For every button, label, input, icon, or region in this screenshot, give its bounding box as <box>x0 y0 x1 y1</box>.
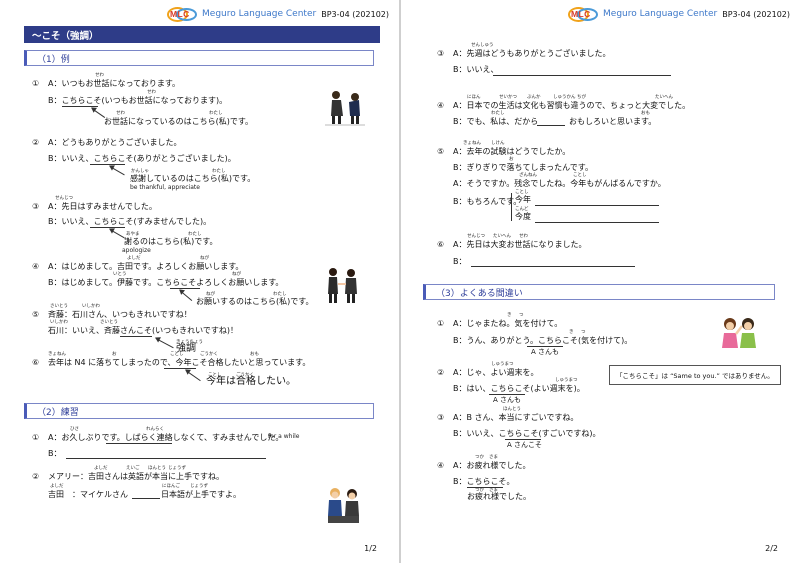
mlc-logo: MLC <box>167 6 198 22</box>
underline <box>90 164 125 165</box>
answer-line[interactable] <box>493 75 671 76</box>
underline <box>120 336 152 337</box>
ex2-a: A：どうもありがとうございました。 <box>48 138 182 147</box>
q3-b: B：いいえ、 <box>453 65 499 74</box>
page-2: MLC Meguro Language Center BP3-04 (20210… <box>401 0 800 563</box>
ex4-b: B：はじめまして。伊藤です。こちらこそよろしくお願いします。 <box>48 278 284 287</box>
q5-e1: 今年 <box>515 195 531 204</box>
ex3-a: A：先日はすみませんでした。 <box>48 202 157 211</box>
page-number: 2/2 <box>765 544 778 553</box>
m2-c: A さんも <box>493 396 522 404</box>
m4-c: お疲れ様でした。 <box>467 492 531 501</box>
m3-a: A：B さん、本当にすごいですね。 <box>453 413 579 422</box>
m3-c: A さんこそ <box>507 441 543 449</box>
ex3-gloss: apologize <box>122 247 151 254</box>
ex1-num: ① <box>32 79 40 88</box>
ex2-num: ② <box>32 138 40 147</box>
q5-c: A：そうですか。残念でしたね。今年もがんばるんですか。 <box>453 179 666 188</box>
q5-e2: 今度 <box>515 212 531 221</box>
q6-a: A：先日は大変お世話になりました。 <box>453 240 587 249</box>
ex6-num: ⑥ <box>32 358 40 367</box>
m1-c: A さんも <box>531 348 560 356</box>
ex3-num: ③ <box>32 202 40 211</box>
q3-a: A：先週はどうもありがとうございました。 <box>453 49 611 58</box>
ex4-c: お願いするのはこちら(私)です。 <box>196 297 314 306</box>
page-number: 1/2 <box>364 544 377 553</box>
page-header: MLC Meguro Language Center BP3-04 (20210… <box>568 6 790 22</box>
arrow-icon <box>109 229 125 239</box>
m4-a: A：お疲れ様でした。 <box>453 461 531 470</box>
section-examples: （1）例 <box>24 50 374 66</box>
underline <box>170 288 200 289</box>
q4-b1: B：でも、私は、だから <box>453 117 539 126</box>
mlc-logo: MLC <box>568 6 599 22</box>
m2-a: A：じゃ、よい週末を。 <box>453 368 539 377</box>
answer-line[interactable] <box>535 205 659 206</box>
m3-num: ③ <box>437 413 445 422</box>
m1-num: ① <box>437 319 445 328</box>
q5-num: ⑤ <box>437 147 445 156</box>
pr2-b2: 日本語が上手ですよ。 <box>161 490 241 499</box>
pr1-gloss: for a while <box>268 433 300 440</box>
ex6-c: 今年は合格したい。 <box>206 376 296 387</box>
business-greeting-illustration <box>328 268 357 303</box>
pr1-num: ① <box>32 433 40 442</box>
doc-code: BP3-04 (202102) <box>321 9 389 19</box>
ex1-a: A：いつもお世話になっております。 <box>48 79 181 88</box>
q3-num: ③ <box>437 49 445 58</box>
ex4-num: ④ <box>32 262 40 271</box>
org-name: Meguro Language Center <box>202 9 317 19</box>
arrow-icon <box>109 166 125 176</box>
section-practice: （2）練習 <box>24 403 374 419</box>
ex1-c: お世話になっているのはこちら(私)です。 <box>104 117 254 126</box>
pr2-num: ② <box>32 472 40 481</box>
ex3-b: B：いいえ、こちらこそ(すみませんでした)。 <box>48 217 212 226</box>
q6-b-label: B： <box>453 257 467 266</box>
q4-a: A：日本での生活は文化も習慣も違うので、ちょっと大変でした。 <box>453 101 691 110</box>
underline <box>106 443 172 444</box>
underline <box>90 227 125 228</box>
waving-women-illustration <box>722 318 756 348</box>
q4-b2: おもしろいと思います。 <box>569 117 657 126</box>
q6-num: ⑥ <box>437 240 445 249</box>
answer-line[interactable] <box>535 222 659 223</box>
ex2-gloss: be thankful, appreciate <box>130 184 200 191</box>
org-name: Meguro Language Center <box>603 9 718 19</box>
m4-num: ④ <box>437 461 445 470</box>
pr2-a: メアリー：吉田さんは英語が本当に上手ですね。 <box>48 472 224 481</box>
pr2-b1: 吉田 ：マイケルさん <box>48 490 128 499</box>
lesson-title: ～こそ（強調） <box>24 26 380 43</box>
doc-code: BP3-04 (202102) <box>722 9 790 19</box>
m2-num: ② <box>437 368 445 377</box>
section-common-mistakes: （3）よくある間違い <box>423 284 775 300</box>
page-header: MLC Meguro Language Center BP3-04 (20210… <box>167 6 389 22</box>
answer-line[interactable] <box>66 458 266 459</box>
answer-blank[interactable] <box>132 489 160 499</box>
answer-line[interactable] <box>471 266 635 267</box>
ex4-a: A：はじめまして。吉田です。よろしくお願いします。 <box>48 262 244 271</box>
arrow-icon <box>179 290 193 302</box>
answer-blank[interactable] <box>537 116 565 126</box>
ex5-num: ⑤ <box>32 310 40 319</box>
note-box: 「こちらこそ」は “Same to you.” ではありません。 <box>609 365 781 385</box>
q4-num: ④ <box>437 101 445 110</box>
arrow-icon <box>155 338 174 349</box>
pr1-b-label: B： <box>48 449 62 458</box>
page-1: MLC Meguro Language Center BP3-04 (20210… <box>0 0 399 563</box>
chatting-men-illustration <box>328 488 359 523</box>
ex2-b: B：いいえ、こちらこそ(ありがとうございました)。 <box>48 154 236 163</box>
bracket-line <box>511 193 512 221</box>
underline <box>164 368 196 369</box>
bowing-people-illustration <box>325 91 365 126</box>
m1-a: A：じゃまたね。気を付けて。 <box>453 319 563 328</box>
arrow-icon <box>185 370 201 382</box>
ex5-a: 斉藤：石川さん、いつもきれいですね！ <box>48 310 192 319</box>
